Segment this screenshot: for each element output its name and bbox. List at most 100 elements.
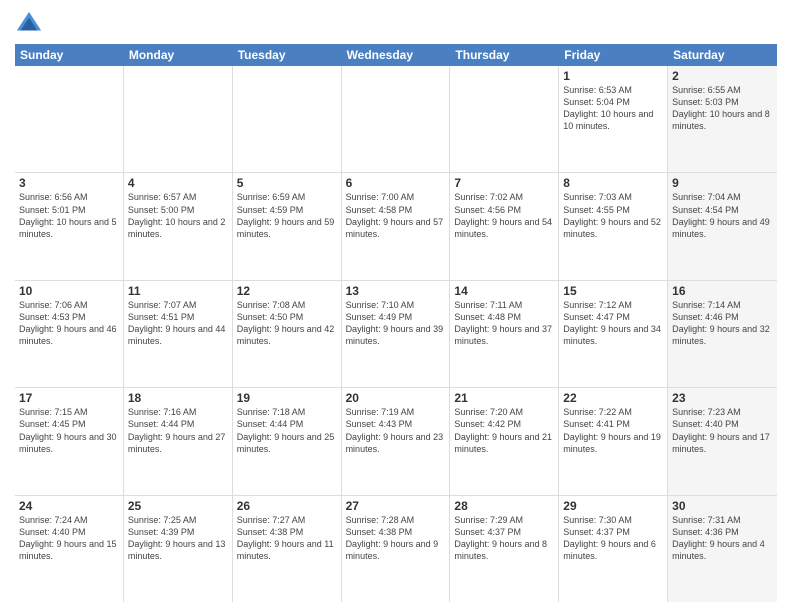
calendar-cell: 10Sunrise: 7:06 AMSunset: 4:53 PMDayligh… <box>15 281 124 387</box>
day-number: 5 <box>237 176 337 190</box>
day-number: 18 <box>128 391 228 405</box>
day-info: Sunrise: 7:12 AMSunset: 4:47 PMDaylight:… <box>563 299 663 348</box>
day-number: 7 <box>454 176 554 190</box>
day-info: Sunrise: 7:15 AMSunset: 4:45 PMDaylight:… <box>19 406 119 455</box>
day-number: 12 <box>237 284 337 298</box>
day-number: 23 <box>672 391 773 405</box>
calendar-cell: 15Sunrise: 7:12 AMSunset: 4:47 PMDayligh… <box>559 281 668 387</box>
day-info: Sunrise: 7:00 AMSunset: 4:58 PMDaylight:… <box>346 191 446 240</box>
day-info: Sunrise: 7:24 AMSunset: 4:40 PMDaylight:… <box>19 514 119 563</box>
weekday-header-wednesday: Wednesday <box>342 44 451 66</box>
day-number: 22 <box>563 391 663 405</box>
calendar-cell: 6Sunrise: 7:00 AMSunset: 4:58 PMDaylight… <box>342 173 451 279</box>
weekday-header-sunday: Sunday <box>15 44 124 66</box>
day-info: Sunrise: 7:03 AMSunset: 4:55 PMDaylight:… <box>563 191 663 240</box>
day-info: Sunrise: 7:16 AMSunset: 4:44 PMDaylight:… <box>128 406 228 455</box>
day-number: 19 <box>237 391 337 405</box>
day-number: 11 <box>128 284 228 298</box>
day-number: 25 <box>128 499 228 513</box>
calendar-cell: 27Sunrise: 7:28 AMSunset: 4:38 PMDayligh… <box>342 496 451 602</box>
day-number: 3 <box>19 176 119 190</box>
day-number: 9 <box>672 176 773 190</box>
calendar-body: 1Sunrise: 6:53 AMSunset: 5:04 PMDaylight… <box>15 66 777 602</box>
calendar-cell: 23Sunrise: 7:23 AMSunset: 4:40 PMDayligh… <box>668 388 777 494</box>
calendar-cell: 25Sunrise: 7:25 AMSunset: 4:39 PMDayligh… <box>124 496 233 602</box>
calendar-cell <box>233 66 342 172</box>
day-number: 29 <box>563 499 663 513</box>
header <box>15 10 777 38</box>
calendar-cell: 2Sunrise: 6:55 AMSunset: 5:03 PMDaylight… <box>668 66 777 172</box>
calendar-cell: 8Sunrise: 7:03 AMSunset: 4:55 PMDaylight… <box>559 173 668 279</box>
day-number: 10 <box>19 284 119 298</box>
calendar-cell: 11Sunrise: 7:07 AMSunset: 4:51 PMDayligh… <box>124 281 233 387</box>
day-number: 17 <box>19 391 119 405</box>
day-number: 14 <box>454 284 554 298</box>
day-number: 4 <box>128 176 228 190</box>
calendar-cell: 24Sunrise: 7:24 AMSunset: 4:40 PMDayligh… <box>15 496 124 602</box>
day-number: 8 <box>563 176 663 190</box>
day-info: Sunrise: 7:25 AMSunset: 4:39 PMDaylight:… <box>128 514 228 563</box>
day-info: Sunrise: 7:02 AMSunset: 4:56 PMDaylight:… <box>454 191 554 240</box>
calendar-cell: 19Sunrise: 7:18 AMSunset: 4:44 PMDayligh… <box>233 388 342 494</box>
calendar-cell: 1Sunrise: 6:53 AMSunset: 5:04 PMDaylight… <box>559 66 668 172</box>
day-number: 21 <box>454 391 554 405</box>
calendar-week-5: 24Sunrise: 7:24 AMSunset: 4:40 PMDayligh… <box>15 496 777 602</box>
day-info: Sunrise: 7:29 AMSunset: 4:37 PMDaylight:… <box>454 514 554 563</box>
day-number: 1 <box>563 69 663 83</box>
day-info: Sunrise: 7:06 AMSunset: 4:53 PMDaylight:… <box>19 299 119 348</box>
day-info: Sunrise: 7:27 AMSunset: 4:38 PMDaylight:… <box>237 514 337 563</box>
calendar-cell: 3Sunrise: 6:56 AMSunset: 5:01 PMDaylight… <box>15 173 124 279</box>
calendar-cell <box>450 66 559 172</box>
calendar-cell: 4Sunrise: 6:57 AMSunset: 5:00 PMDaylight… <box>124 173 233 279</box>
calendar-cell: 30Sunrise: 7:31 AMSunset: 4:36 PMDayligh… <box>668 496 777 602</box>
calendar-week-2: 3Sunrise: 6:56 AMSunset: 5:01 PMDaylight… <box>15 173 777 280</box>
calendar-cell <box>15 66 124 172</box>
calendar-cell: 5Sunrise: 6:59 AMSunset: 4:59 PMDaylight… <box>233 173 342 279</box>
calendar-cell: 29Sunrise: 7:30 AMSunset: 4:37 PMDayligh… <box>559 496 668 602</box>
calendar-week-1: 1Sunrise: 6:53 AMSunset: 5:04 PMDaylight… <box>15 66 777 173</box>
day-info: Sunrise: 6:59 AMSunset: 4:59 PMDaylight:… <box>237 191 337 240</box>
logo <box>15 10 47 38</box>
day-info: Sunrise: 7:18 AMSunset: 4:44 PMDaylight:… <box>237 406 337 455</box>
day-info: Sunrise: 7:20 AMSunset: 4:42 PMDaylight:… <box>454 406 554 455</box>
day-info: Sunrise: 7:07 AMSunset: 4:51 PMDaylight:… <box>128 299 228 348</box>
calendar-header: SundayMondayTuesdayWednesdayThursdayFrid… <box>15 44 777 66</box>
calendar-cell: 18Sunrise: 7:16 AMSunset: 4:44 PMDayligh… <box>124 388 233 494</box>
day-number: 16 <box>672 284 773 298</box>
day-info: Sunrise: 7:30 AMSunset: 4:37 PMDaylight:… <box>563 514 663 563</box>
calendar-week-3: 10Sunrise: 7:06 AMSunset: 4:53 PMDayligh… <box>15 281 777 388</box>
calendar-cell: 12Sunrise: 7:08 AMSunset: 4:50 PMDayligh… <box>233 281 342 387</box>
calendar-cell: 28Sunrise: 7:29 AMSunset: 4:37 PMDayligh… <box>450 496 559 602</box>
calendar: SundayMondayTuesdayWednesdayThursdayFrid… <box>15 44 777 602</box>
calendar-cell: 14Sunrise: 7:11 AMSunset: 4:48 PMDayligh… <box>450 281 559 387</box>
calendar-week-4: 17Sunrise: 7:15 AMSunset: 4:45 PMDayligh… <box>15 388 777 495</box>
day-number: 24 <box>19 499 119 513</box>
day-info: Sunrise: 6:53 AMSunset: 5:04 PMDaylight:… <box>563 84 663 133</box>
day-info: Sunrise: 7:19 AMSunset: 4:43 PMDaylight:… <box>346 406 446 455</box>
day-info: Sunrise: 7:10 AMSunset: 4:49 PMDaylight:… <box>346 299 446 348</box>
weekday-header-friday: Friday <box>559 44 668 66</box>
weekday-header-tuesday: Tuesday <box>233 44 342 66</box>
weekday-header-monday: Monday <box>124 44 233 66</box>
weekday-header-saturday: Saturday <box>668 44 777 66</box>
calendar-cell <box>124 66 233 172</box>
calendar-cell: 16Sunrise: 7:14 AMSunset: 4:46 PMDayligh… <box>668 281 777 387</box>
day-info: Sunrise: 7:22 AMSunset: 4:41 PMDaylight:… <box>563 406 663 455</box>
logo-icon <box>15 10 43 38</box>
day-info: Sunrise: 7:08 AMSunset: 4:50 PMDaylight:… <box>237 299 337 348</box>
day-info: Sunrise: 7:28 AMSunset: 4:38 PMDaylight:… <box>346 514 446 563</box>
calendar-cell: 22Sunrise: 7:22 AMSunset: 4:41 PMDayligh… <box>559 388 668 494</box>
calendar-cell: 17Sunrise: 7:15 AMSunset: 4:45 PMDayligh… <box>15 388 124 494</box>
day-number: 6 <box>346 176 446 190</box>
day-info: Sunrise: 7:31 AMSunset: 4:36 PMDaylight:… <box>672 514 773 563</box>
day-number: 15 <box>563 284 663 298</box>
day-number: 27 <box>346 499 446 513</box>
calendar-cell: 20Sunrise: 7:19 AMSunset: 4:43 PMDayligh… <box>342 388 451 494</box>
weekday-header-thursday: Thursday <box>450 44 559 66</box>
day-info: Sunrise: 7:14 AMSunset: 4:46 PMDaylight:… <box>672 299 773 348</box>
day-info: Sunrise: 6:57 AMSunset: 5:00 PMDaylight:… <box>128 191 228 240</box>
day-number: 30 <box>672 499 773 513</box>
day-number: 20 <box>346 391 446 405</box>
day-info: Sunrise: 7:04 AMSunset: 4:54 PMDaylight:… <box>672 191 773 240</box>
day-number: 26 <box>237 499 337 513</box>
